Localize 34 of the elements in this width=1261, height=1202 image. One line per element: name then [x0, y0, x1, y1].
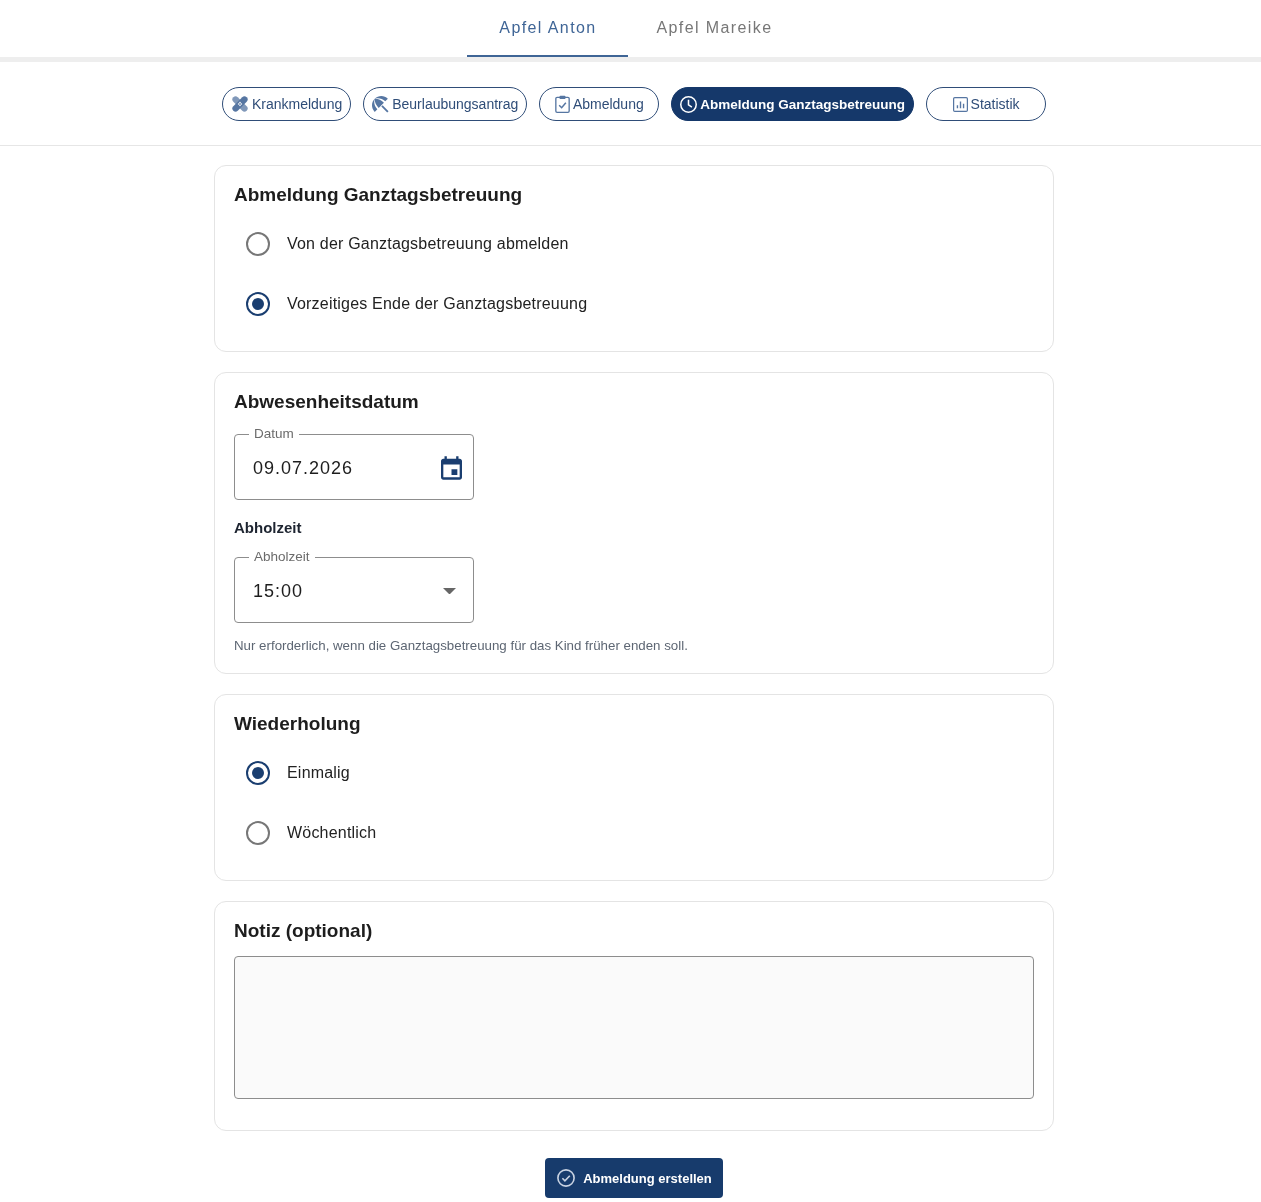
submit-button[interactable]: Abmeldung erstellen [545, 1158, 723, 1198]
person-tab[interactable]: Apfel Mareike [628, 0, 801, 57]
category-chip[interactable]: Statistik [926, 87, 1047, 121]
note-field[interactable] [234, 956, 1034, 1099]
clipboard-check-icon [554, 95, 570, 113]
card-heading: Abwesenheitsdatum [234, 390, 420, 414]
time-value: 15:00 [253, 580, 304, 602]
card-heading: Notiz (optional) [234, 919, 374, 943]
date-value: 09.07.2026 [253, 457, 354, 479]
bar-chart-icon [952, 96, 968, 112]
radio-button[interactable] [246, 821, 270, 845]
clock-icon [680, 95, 698, 113]
category-chip[interactable]: Beurlaubungsantrag [363, 87, 528, 121]
field-heading: Abholzeit [234, 518, 303, 538]
radio-label[interactable]: Von der Ganztagsbetreuung abmelden [287, 235, 569, 253]
category-chip[interactable]: Abmeldung [539, 87, 660, 121]
radio-label[interactable]: Wöchentlich [287, 824, 377, 842]
field-label: Datum [253, 425, 295, 443]
caret-icon [443, 587, 456, 595]
card-heading: Abmeldung Ganztagsbetreuung [234, 183, 524, 207]
radio-button[interactable] [246, 761, 270, 785]
bandage-icon [230, 95, 249, 113]
check-circle-icon [557, 1169, 576, 1187]
radio-button[interactable] [246, 232, 270, 256]
category-chip[interactable]: Krankmeldung [221, 87, 352, 121]
radio-label[interactable]: Einmalig [287, 764, 350, 782]
radio-button[interactable] [246, 292, 270, 316]
field-label: Abholzeit [253, 548, 311, 566]
calendar-icon[interactable] [441, 456, 462, 480]
category-chip[interactable]: Abmeldung Ganztagsbetreuung [671, 87, 915, 121]
card-heading: Wiederholung [234, 712, 362, 736]
radio-label[interactable]: Vorzeitiges Ende der Ganztagsbetreuung [287, 295, 588, 313]
umbrella-icon [372, 95, 390, 113]
helper-text: Nur erforderlich, wenn die Ganztagsbetreuung für das Kind früher enden soll. [234, 637, 689, 655]
